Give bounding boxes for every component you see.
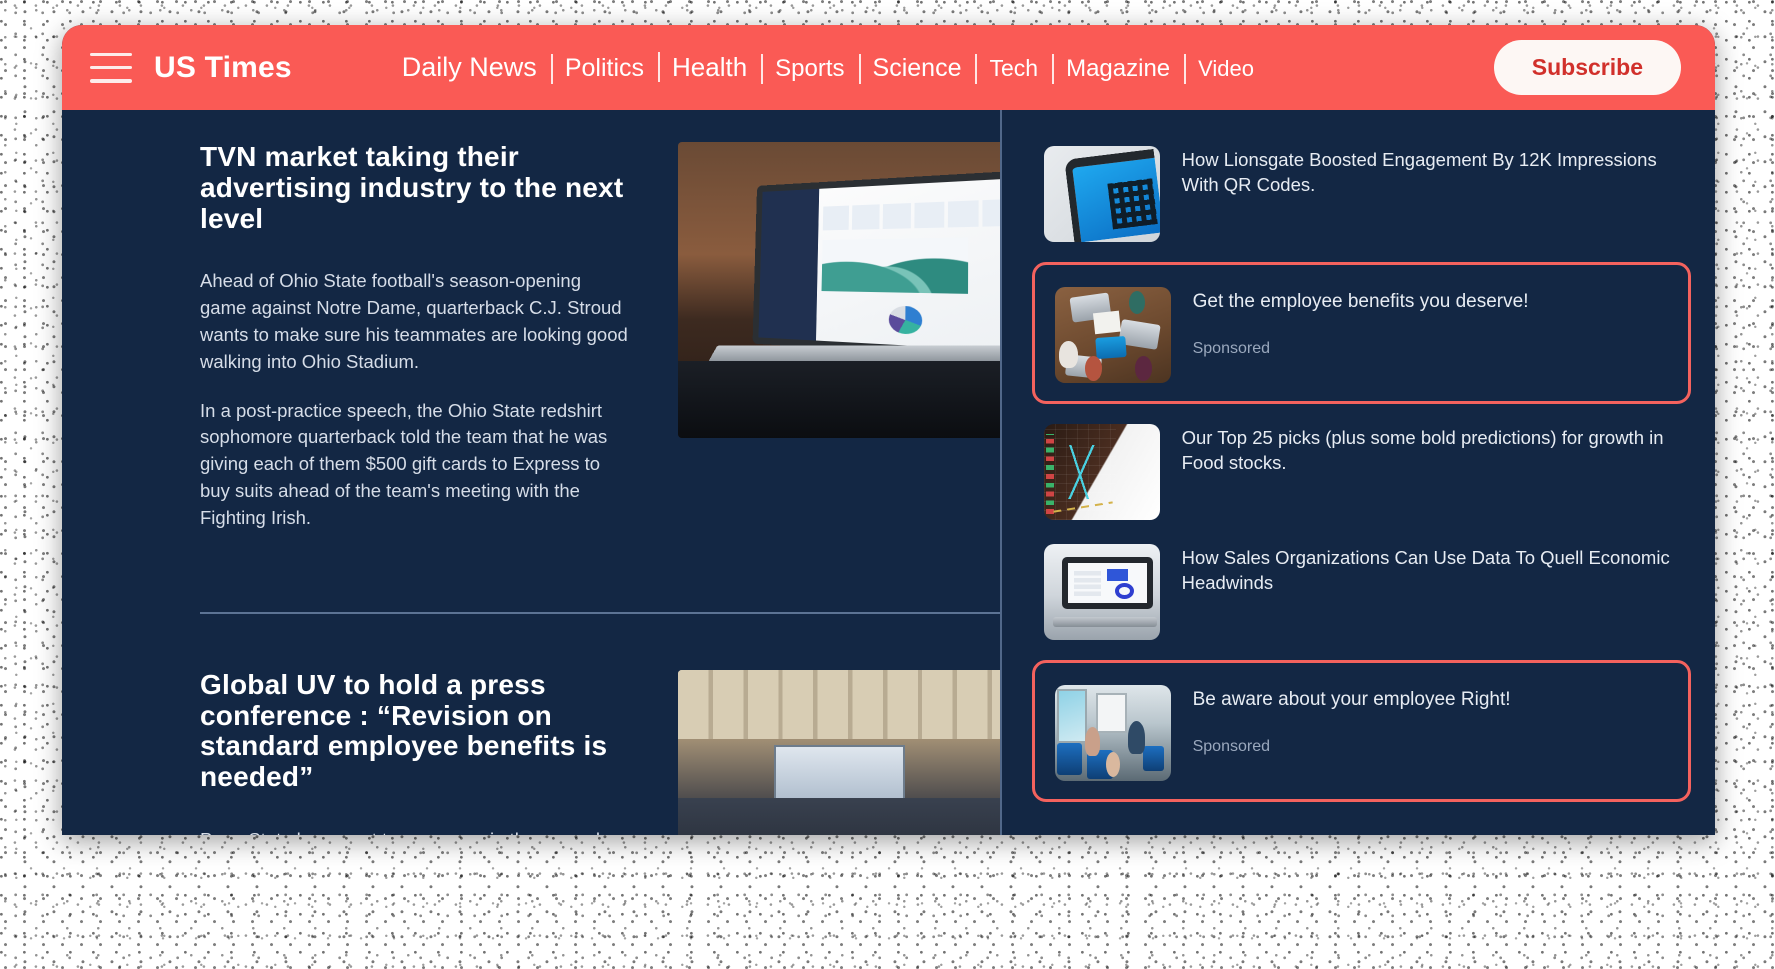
- site-header: US Times Daily News Politics Health Spor…: [62, 25, 1715, 110]
- list-item[interactable]: Our Top 25 picks (plus some bold predict…: [1032, 412, 1691, 532]
- nav-link-politics[interactable]: Politics: [551, 56, 658, 81]
- list-item-body: How Sales Organizations Can Use Data To …: [1182, 544, 1677, 595]
- laptop-analytics-dashboard-photo: [678, 142, 1000, 438]
- stock-chart-screen-thumbnail: [1043, 424, 1160, 520]
- section-divider: [200, 611, 1000, 614]
- nav-link-science[interactable]: Science: [859, 56, 976, 81]
- article-image[interactable]: [678, 669, 1000, 835]
- list-item[interactable]: How Sales Organizations Can Use Data To …: [1032, 532, 1691, 652]
- article-image[interactable]: [678, 142, 1000, 438]
- nav-link-tech[interactable]: Tech: [975, 57, 1052, 80]
- sponsored-list-item[interactable]: Be aware about your employee Right! Spon…: [1031, 660, 1691, 802]
- nav-link-health[interactable]: Health: [658, 54, 761, 80]
- list-item-body: Our Top 25 picks (plus some bold predict…: [1182, 424, 1677, 475]
- page-root: US Times Daily News Politics Health Spor…: [0, 0, 1775, 969]
- site-logo[interactable]: US Times: [154, 51, 292, 85]
- main-column: TVN market taking their advertising indu…: [62, 110, 1000, 835]
- subscribe-button[interactable]: Subscribe: [1493, 40, 1681, 95]
- article-text: Global UV to hold a press conference : “…: [200, 669, 632, 835]
- list-item-title[interactable]: Be aware about your employee Right!: [1193, 687, 1672, 712]
- article-card[interactable]: Global UV to hold a press conference : “…: [200, 669, 1000, 835]
- article-card[interactable]: TVN market taking their advertising indu…: [200, 141, 1000, 554]
- nav-link-magazine[interactable]: Magazine: [1052, 57, 1184, 81]
- browser-window: US Times Daily News Politics Health Spor…: [62, 25, 1715, 835]
- article-thumbnail: [1043, 146, 1160, 242]
- list-item-body: Get the employee benefits you deserve! S…: [1193, 287, 1672, 358]
- article-thumbnail: [1043, 424, 1160, 520]
- article-paragraph: In a post-practice speech, the Ohio Stat…: [200, 399, 608, 528]
- article-paragraph: Ahead of Ohio State football's season-op…: [200, 270, 628, 372]
- list-item-title[interactable]: How Sales Organizations Can Use Data To …: [1182, 546, 1677, 595]
- conference-room-audience-photo: [678, 669, 1000, 835]
- list-item-body: Be aware about your employee Right! Spon…: [1193, 685, 1672, 756]
- hamburger-menu-icon[interactable]: [90, 52, 132, 83]
- nav-link-video[interactable]: Video: [1184, 58, 1268, 80]
- list-item-title[interactable]: Our Top 25 picks (plus some bold predict…: [1182, 426, 1677, 475]
- page-content: TVN market taking their advertising indu…: [62, 110, 1715, 835]
- article-thumbnail: [1054, 287, 1171, 383]
- sponsored-label: Sponsored: [1192, 738, 1270, 756]
- list-item-title[interactable]: How Lionsgate Boosted Engagement By 12K …: [1182, 148, 1677, 197]
- article-thumbnail: [1043, 544, 1160, 640]
- phone-qr-code-thumbnail: [1043, 146, 1160, 242]
- article-title[interactable]: Global UV to hold a press conference : “…: [200, 669, 632, 793]
- nav-link-sports[interactable]: Sports: [761, 57, 858, 81]
- sponsored-label: Sponsored: [1192, 340, 1270, 358]
- article-paragraph: Penn State has spent two seasons in the …: [200, 827, 632, 835]
- list-item-title[interactable]: Get the employee benefits you deserve!: [1193, 289, 1672, 314]
- nav-link-daily-news[interactable]: Daily News: [388, 54, 551, 81]
- primary-nav: Daily News Politics Health Sports Scienc…: [388, 54, 1476, 81]
- office-workers-monitors-thumbnail: [1054, 685, 1171, 781]
- article-text: TVN market taking their advertising indu…: [200, 141, 632, 554]
- article-title[interactable]: TVN market taking their advertising indu…: [200, 141, 632, 234]
- desk-laptops-team-thumbnail: [1054, 287, 1171, 383]
- list-item-body: How Lionsgate Boosted Engagement By 12K …: [1182, 146, 1677, 197]
- laptop-sales-dashboard-thumbnail: [1043, 544, 1160, 640]
- article-thumbnail: [1054, 685, 1171, 781]
- sponsored-list-item[interactable]: Get the employee benefits you deserve! S…: [1031, 262, 1691, 404]
- list-item[interactable]: How Lionsgate Boosted Engagement By 12K …: [1032, 134, 1691, 254]
- sidebar: How Lionsgate Boosted Engagement By 12K …: [999, 110, 1715, 835]
